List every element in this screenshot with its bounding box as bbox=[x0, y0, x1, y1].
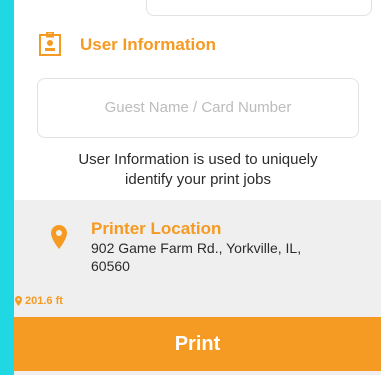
user-information-header: User Information bbox=[38, 30, 216, 60]
print-screen: User Information Guest Name / Card Numbe… bbox=[14, 0, 381, 375]
printer-location-title: Printer Location bbox=[91, 219, 222, 238]
guest-name-card-number-input[interactable]: Guest Name / Card Number bbox=[37, 78, 359, 138]
printer-location-row: Printer Location 902 Game Farm Rd., York… bbox=[50, 219, 321, 275]
user-information-card: User Information Guest Name / Card Numbe… bbox=[14, 0, 381, 200]
print-button-label: Print bbox=[174, 333, 221, 355]
user-information-title: User Information bbox=[80, 35, 217, 54]
print-button[interactable]: Print bbox=[14, 317, 381, 371]
printer-location-address: 902 Game Farm Rd., Yorkville, IL, 60560 bbox=[91, 240, 302, 274]
small-map-pin-icon bbox=[15, 296, 22, 306]
printer-location-text: Printer Location 902 Game Farm Rd., York… bbox=[91, 219, 321, 275]
map-pin-icon bbox=[51, 225, 67, 249]
printer-distance-value: 201.6 ft bbox=[25, 295, 63, 307]
user-information-helper-text: User Information is used to uniquely ide… bbox=[78, 151, 318, 188]
id-badge-icon bbox=[39, 32, 61, 56]
guest-name-card-number-placeholder: Guest Name / Card Number bbox=[104, 99, 292, 116]
printer-distance: 201.6 ft bbox=[15, 295, 63, 307]
top-field-fragment bbox=[146, 0, 372, 16]
